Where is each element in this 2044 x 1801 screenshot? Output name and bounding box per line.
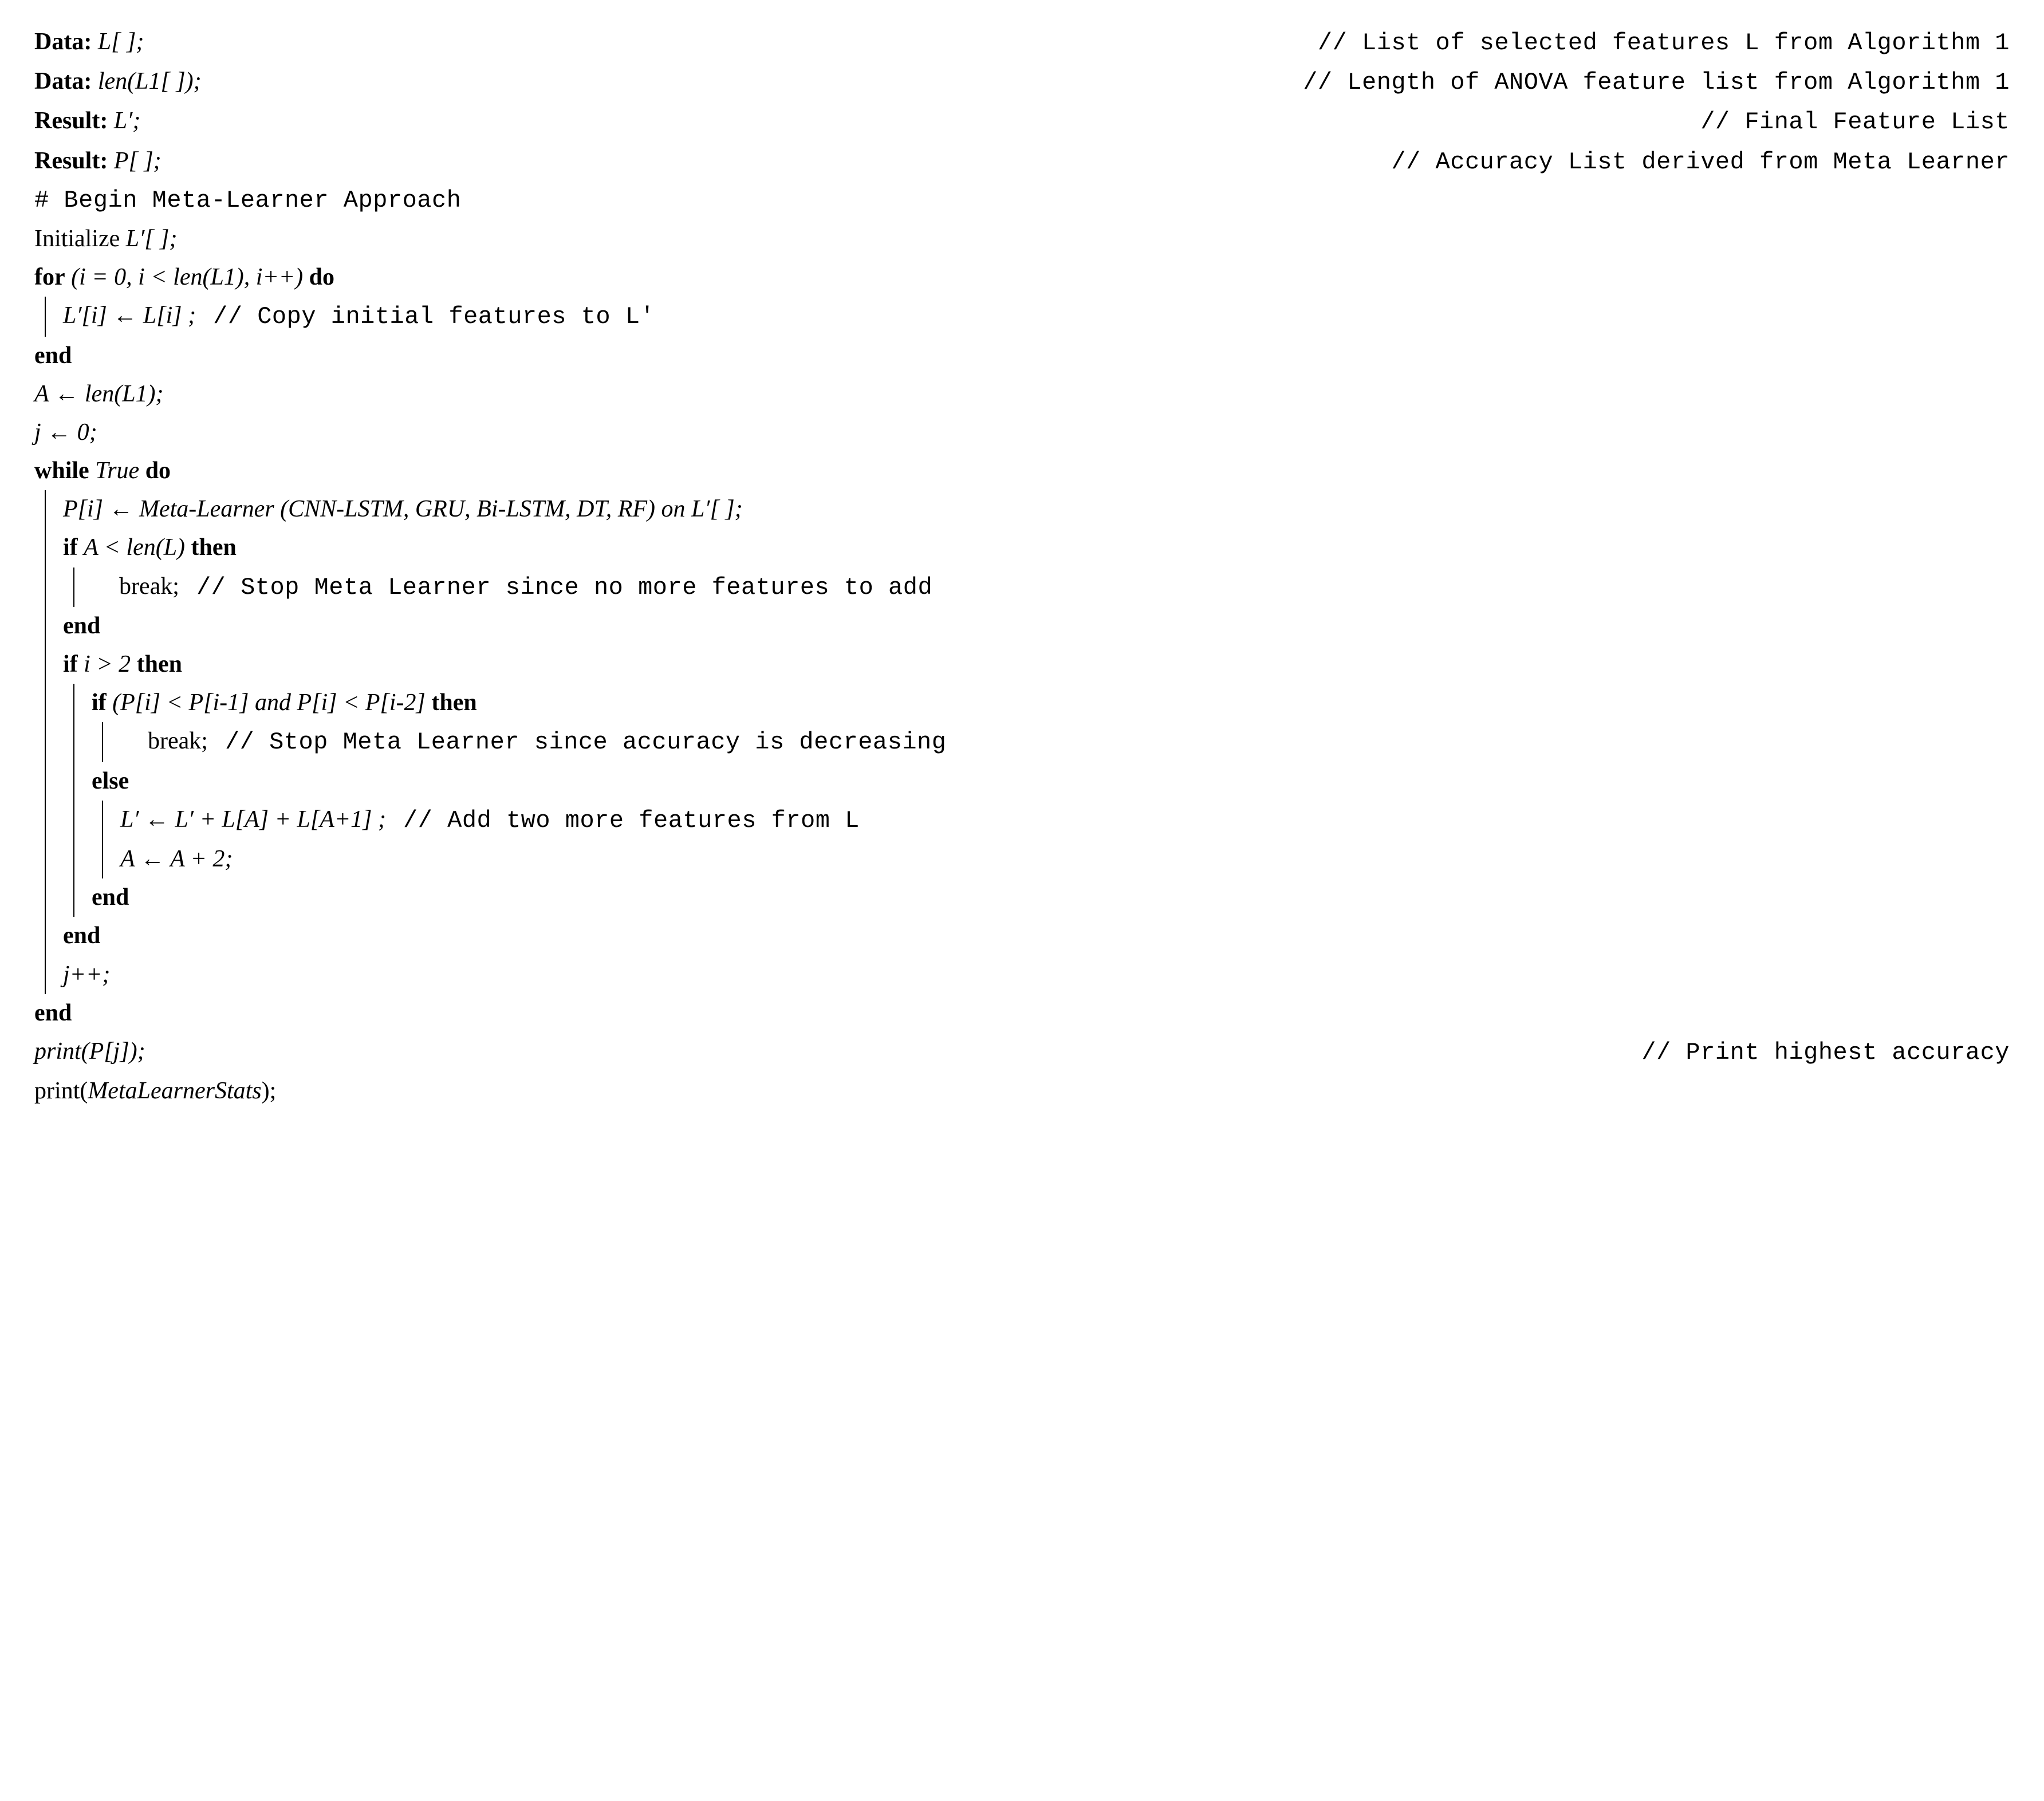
expr: j ← 0;: [34, 413, 97, 452]
kw-do: do: [309, 264, 334, 290]
expr: L′[ ];: [126, 226, 178, 252]
line-for-end: end: [34, 337, 2010, 375]
label: Result:: [34, 108, 108, 134]
comment: // Copy initial features to L': [196, 298, 655, 336]
line-else: else: [92, 762, 946, 801]
expr: print(P[j]);: [34, 1038, 145, 1065]
kw-end: end: [34, 994, 72, 1032]
line-assign-j: j ← 0;: [34, 413, 2010, 452]
cond: (P[i] < P[i-1] and P[i] < P[i-2]: [112, 689, 426, 716]
kw-then: then: [431, 689, 476, 716]
kw-end: end: [92, 878, 129, 917]
line-for-body: L′[i] ← L[i] ; // Copy initial features …: [63, 297, 655, 336]
expr: len(L1[ ]);: [98, 68, 202, 94]
kw-if: if: [92, 689, 107, 716]
expr: L[ ];: [98, 29, 144, 55]
expr: break;: [119, 568, 179, 606]
cond: (i = 0, i < len(L1), i++): [71, 264, 303, 290]
pre: Initialize: [34, 226, 126, 252]
line-begin-comment: # Begin Meta-Learner Approach: [34, 182, 2010, 220]
cond: A < len(L): [84, 534, 185, 561]
line-assign-a: A ← len(L1);: [34, 375, 2010, 413]
kw-then: then: [137, 651, 182, 677]
expr: P[ ];: [114, 148, 162, 174]
label: Data:: [34, 29, 92, 55]
line-result-2: Result: P[ ]; // Accuracy List derived f…: [34, 142, 2010, 182]
line-meta-call: P[i] ← Meta-Learner (CNN-LSTM, GRU, Bi-L…: [63, 490, 946, 529]
line-for: for (i = 0, i < len(L1), i++) do: [34, 258, 2010, 297]
line-result-1: Result: L′; // Final Feature List: [34, 102, 2010, 141]
line-if-p: if (P[i] < P[i-1] and P[i] < P[i-2] then: [92, 684, 946, 722]
kw-end: end: [34, 337, 72, 375]
kw-for: for: [34, 264, 65, 290]
line-data-2: Data: len(L1[ ]); // Length of ANOVA fea…: [34, 62, 2010, 102]
line-if-i-end: end: [63, 917, 946, 955]
line-while: while True do: [34, 452, 2010, 490]
line-break-1: break; // Stop Meta Learner since no mor…: [119, 568, 932, 607]
line-if-i: if i > 2 then: [63, 645, 946, 684]
comment: // Final Feature List: [1683, 103, 2010, 141]
line-a-plus-2: A ← A + 2;: [120, 840, 860, 878]
kw-do: do: [145, 458, 171, 484]
line-print-pj: print(P[j]); // Print highest accuracy: [34, 1032, 2010, 1072]
expr: L′[i] ← L[i] ;: [63, 297, 196, 335]
kw-else: else: [92, 762, 129, 801]
expr: P[i] ← Meta-Learner (CNN-LSTM, GRU, Bi-L…: [63, 496, 743, 522]
cond: True: [95, 458, 139, 484]
expr: A ← A + 2;: [120, 840, 233, 878]
text: # Begin Meta-Learner Approach: [34, 182, 461, 220]
pre: print(: [34, 1078, 88, 1104]
expr: MetaLearnerStats: [88, 1078, 261, 1104]
line-break-2: break; // Stop Meta Learner since accura…: [148, 722, 946, 762]
kw-end: end: [63, 917, 100, 955]
comment: // Stop Meta Learner since accuracy is d…: [208, 723, 947, 762]
expr: break;: [148, 722, 208, 760]
line-data-1: Data: L[ ]; // List of selected features…: [34, 23, 2010, 62]
kw-if: if: [63, 651, 78, 677]
expr: L′ ← L′ + L[A] + L[A+1] ;: [120, 801, 386, 839]
comment: // Add two more features from L: [386, 802, 860, 840]
line-initialize: Initialize L′[ ];: [34, 220, 2010, 258]
line-while-end: end: [34, 994, 2010, 1032]
comment: // List of selected features L from Algo…: [1301, 24, 2010, 62]
line-if-len-end: end: [63, 607, 946, 645]
kw-then: then: [191, 534, 237, 561]
line-if-len: if A < len(L) then: [63, 529, 946, 567]
line-j-pp: j++;: [63, 956, 946, 994]
label: Result:: [34, 148, 108, 174]
cond: i > 2: [84, 651, 131, 677]
kw-while: while: [34, 458, 89, 484]
comment: // Stop Meta Learner since no more featu…: [179, 569, 932, 607]
line-if-p-end: end: [92, 878, 946, 917]
label: Data:: [34, 68, 92, 94]
line-add-features: L′ ← L′ + L[A] + L[A+1] ; // Add two mor…: [120, 801, 860, 840]
post: );: [262, 1078, 277, 1104]
comment: // Accuracy List derived from Meta Learn…: [1374, 143, 2010, 182]
expr: L′;: [114, 108, 141, 134]
expr: j++;: [63, 956, 110, 994]
kw-if: if: [63, 534, 78, 561]
line-print-stats: print(MetaLearnerStats);: [34, 1072, 2010, 1110]
comment: // Print highest accuracy: [1624, 1034, 2010, 1072]
kw-end: end: [63, 607, 100, 645]
algorithm-listing: Data: L[ ]; // List of selected features…: [34, 23, 2010, 1110]
comment: // Length of ANOVA feature list from Alg…: [1286, 64, 2010, 102]
expr: A ← len(L1);: [34, 375, 164, 413]
